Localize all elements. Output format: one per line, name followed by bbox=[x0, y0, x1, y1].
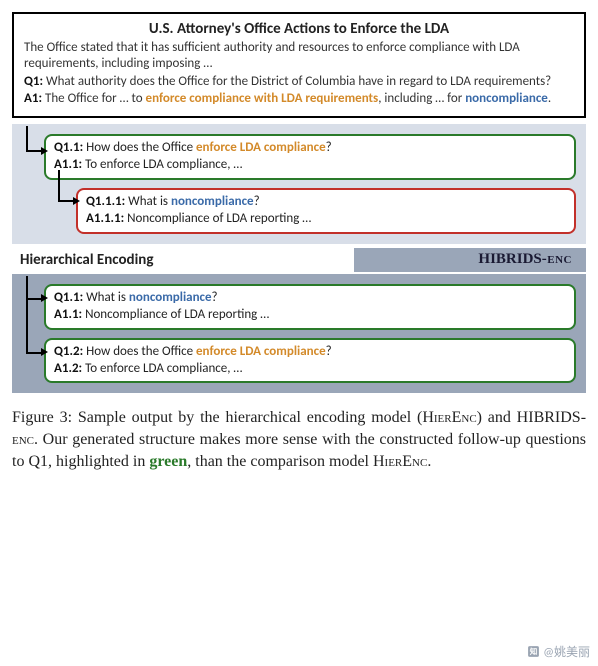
hib-q12: Q1.2: How does the Office enforce LDA co… bbox=[54, 344, 566, 361]
hibrids-card-1: Q1.1: What is noncompliance? A1.1: Nonco… bbox=[44, 284, 576, 330]
hibrids-row-1: Q1.1: What is noncompliance? A1.1: Nonco… bbox=[18, 280, 580, 334]
hib-a11: A1.1: Noncompliance of LDA reporting … bbox=[54, 307, 566, 324]
hib-q12-highlight: enforce LDA compliance bbox=[196, 344, 326, 359]
hibrids-row-2: Q1.2: How does the Office enforce LDA co… bbox=[18, 334, 580, 388]
caption-green: green bbox=[149, 453, 187, 470]
a111-label: A1.1.1: bbox=[86, 211, 124, 226]
hib-q12-label: Q1.2: bbox=[54, 344, 83, 359]
zhihu-icon: 知 bbox=[527, 645, 540, 658]
hib-q11: Q1.1: What is noncompliance? bbox=[54, 290, 566, 307]
caption-t2: ) and HIBRIDS- bbox=[477, 409, 586, 426]
hierenc-card-1: Q1.1: How does the Office enforce LDA co… bbox=[44, 134, 576, 180]
q111-prefix: What is bbox=[125, 194, 171, 209]
hib-a12-label: A1.2: bbox=[54, 361, 82, 376]
document-box: U.S. Attorney's Office Actions to Enforc… bbox=[12, 12, 586, 118]
hib-q11-suffix: ? bbox=[212, 290, 218, 305]
arrow-gutter-nested bbox=[18, 184, 76, 238]
q11: Q1.1: How does the Office enforce LDA co… bbox=[54, 140, 566, 157]
doc-body: The Office stated that it has sufficient… bbox=[24, 40, 574, 73]
q111-suffix: ? bbox=[254, 194, 260, 209]
a1-suffix: . bbox=[548, 91, 551, 106]
caption-hierenc: HierEnc bbox=[422, 409, 476, 426]
a11-text: To enforce LDA compliance, … bbox=[82, 157, 242, 172]
hib-a12-text: To enforce LDA compliance, … bbox=[82, 361, 242, 376]
tree-arrow-icon bbox=[26, 126, 42, 152]
caption-t4: , than the comparison model bbox=[187, 453, 373, 470]
arrow-gutter bbox=[18, 130, 44, 184]
caption-t1: Sample output by the hierarchical encodi… bbox=[78, 409, 423, 426]
q11-suffix: ? bbox=[326, 140, 332, 155]
hierenc-row-2: Q1.1.1: What is noncompliance? A1.1.1: N… bbox=[18, 184, 580, 238]
hibrids-card-2: Q1.2: How does the Office enforce LDA co… bbox=[44, 338, 576, 384]
hib-q12-prefix: How does the Office bbox=[83, 344, 196, 359]
hib-q11-prefix: What is bbox=[83, 290, 129, 305]
hierenc-row-1: Q1.1: How does the Office enforce LDA co… bbox=[18, 130, 580, 184]
svg-text:知: 知 bbox=[530, 646, 538, 657]
figure-caption: Figure 3: Sample output by the hierarchi… bbox=[12, 407, 586, 472]
hib-q12-suffix: ? bbox=[326, 344, 332, 359]
watermark-text: @姚美丽 bbox=[543, 646, 590, 660]
caption-fig-label: Figure 3: bbox=[12, 409, 78, 426]
q11-label: Q1.1: bbox=[54, 140, 83, 155]
a111: A1.1.1: Noncompliance of LDA reporting … bbox=[86, 211, 566, 228]
a1-prefix: The Office for … to bbox=[42, 91, 145, 106]
q1: Q1: What authority does the Office for t… bbox=[24, 74, 574, 91]
q11-prefix: How does the Office bbox=[83, 140, 196, 155]
doc-title: U.S. Attorney's Office Actions to Enforc… bbox=[24, 20, 574, 38]
q111-label: Q1.1.1: bbox=[86, 194, 125, 209]
hib-q11-highlight: noncompliance bbox=[129, 290, 212, 305]
q111-highlight: noncompliance bbox=[171, 194, 254, 209]
q111: Q1.1.1: What is noncompliance? bbox=[86, 194, 566, 211]
hibrids-label-suffix: -enc bbox=[542, 251, 572, 267]
hierenc-card-2: Q1.1.1: What is noncompliance? A1.1.1: N… bbox=[76, 188, 576, 234]
hib-a12: A1.2: To enforce LDA compliance, … bbox=[54, 361, 566, 378]
hierenc-panel: Q1.1: How does the Office enforce LDA co… bbox=[12, 124, 586, 244]
a1: A1: The Office for … to enforce complian… bbox=[24, 91, 574, 108]
model-label-bar: Hierarchical Encoding HIBRIDS-enc bbox=[12, 248, 586, 272]
hib-q11-label: Q1.1: bbox=[54, 290, 83, 305]
hib-a11-label: A1.1: bbox=[54, 307, 82, 322]
zhihu-watermark: 知 @姚美丽 bbox=[527, 643, 590, 660]
arrow-gutter bbox=[18, 280, 44, 334]
a1-label: A1: bbox=[24, 91, 42, 106]
q11-highlight: enforce LDA compliance bbox=[196, 140, 326, 155]
q1-text: What authority does the Office for the D… bbox=[43, 74, 551, 89]
caption-t5: . bbox=[427, 453, 431, 470]
hibrids-label: HIBRIDS-enc bbox=[354, 248, 586, 272]
tree-arrow-icon bbox=[58, 170, 74, 202]
arrow-gutter bbox=[18, 334, 44, 388]
a1-mid: , including … for bbox=[378, 91, 465, 106]
a1-highlight-orange: enforce compliance with LDA requirements bbox=[146, 91, 379, 106]
hierenc-label: Hierarchical Encoding bbox=[12, 248, 354, 272]
a1-highlight-blue: noncompliance bbox=[465, 91, 548, 106]
hib-a11-text: Noncompliance of LDA reporting … bbox=[82, 307, 269, 322]
hibrids-label-main: HIBRIDS bbox=[478, 251, 541, 267]
caption-hierenc2: HierEnc bbox=[373, 453, 427, 470]
hibrids-panel: Q1.1: What is noncompliance? A1.1: Nonco… bbox=[12, 274, 586, 394]
q1-label: Q1: bbox=[24, 74, 43, 89]
caption-enc: enc bbox=[12, 431, 34, 448]
a11: A1.1: To enforce LDA compliance, … bbox=[54, 157, 566, 174]
a111-text: Noncompliance of LDA reporting … bbox=[124, 211, 311, 226]
